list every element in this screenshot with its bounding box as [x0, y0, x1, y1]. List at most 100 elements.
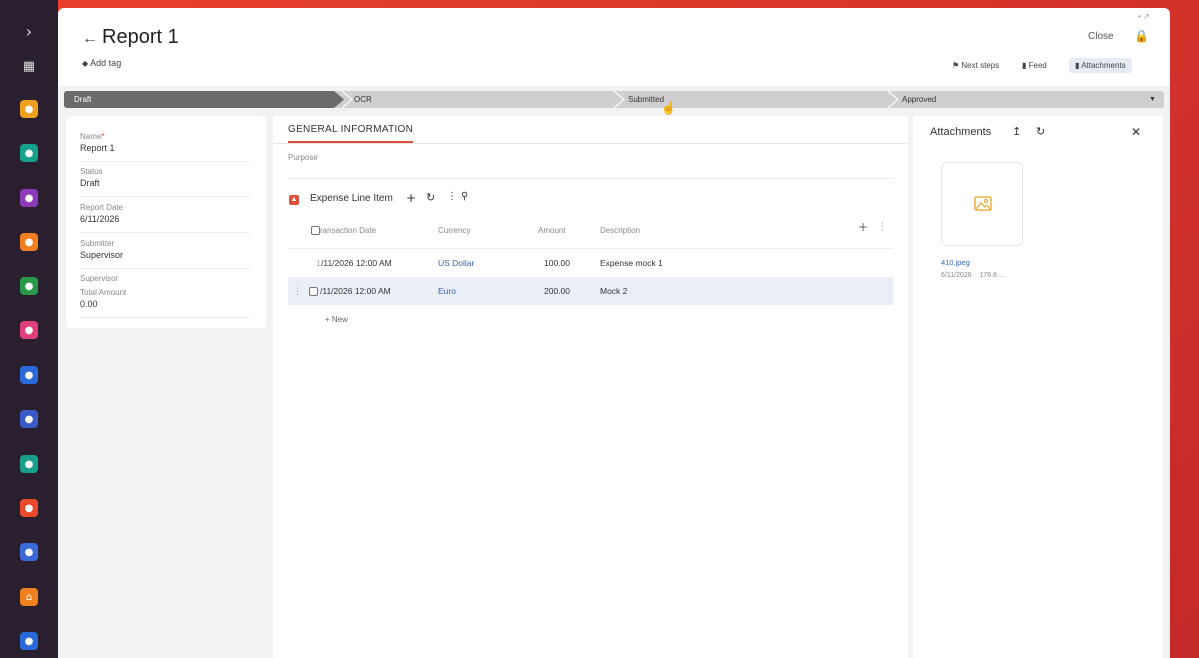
attachments-panel: Attachments ↥ ↻ ✕ 410.jpeg 6/11/2026 176… [913, 116, 1163, 658]
window-options-icon[interactable]: • ↗ [1138, 12, 1150, 21]
tab-feed[interactable]: ▮ Feed [1016, 58, 1053, 73]
tab-next-steps[interactable]: ⚑ Next steps [946, 58, 1005, 73]
app-rail: › ▦ ● ● ● ● ● ● ● ● ● ● ● ⌂ ● [0, 0, 58, 658]
app-icon-finance[interactable]: ● [20, 144, 38, 162]
close-button[interactable]: Close [1088, 31, 1114, 42]
name-label: Name* [80, 132, 250, 141]
paperclip-icon: ▮ [1075, 61, 1080, 70]
tab-feed-label: Feed [1028, 61, 1047, 70]
status-value: Draft [80, 178, 100, 188]
general-panel: GENERAL INFORMATION Purpose ▲ Expense Li… [273, 116, 908, 658]
supervisor-label: Supervisor [80, 274, 119, 283]
add-icon[interactable]: + [406, 191, 416, 205]
expense-line-icon: ▲ [289, 195, 299, 205]
name-field[interactable]: Name* Report 1 [80, 132, 250, 162]
row-1-description[interactable]: Expense mock 1 [600, 258, 663, 268]
expense-line-title: Expense Line Item [310, 193, 393, 204]
drag-handle-icon[interactable]: ⋮ [293, 286, 302, 297]
app-icon-files[interactable]: ● [20, 410, 38, 428]
refresh-icon[interactable]: ↻ [1036, 125, 1045, 138]
total-amount-label: Total Amount [80, 288, 127, 297]
column-options-icon[interactable]: ⋮ [878, 222, 887, 232]
status-label: Status [80, 167, 103, 176]
report-date-label: Report Date [80, 203, 124, 212]
name-label-text: Name [80, 132, 102, 141]
lock-icon[interactable]: 🔒 [1134, 29, 1149, 43]
search-icon[interactable]: ⚲ [461, 191, 468, 202]
apps-grid-icon[interactable]: ▦ [20, 57, 38, 75]
app-icon-contacts[interactable]: ● [20, 100, 38, 118]
stage-dropdown-icon[interactable]: ▼ [1149, 91, 1156, 108]
stage-chevron [342, 91, 353, 108]
total-amount-value: 0.00 [80, 299, 98, 309]
stage-approved[interactable]: Approved [902, 91, 936, 108]
refresh-icon[interactable]: ↻ [426, 191, 435, 204]
row-2-amount[interactable]: 200.00 [544, 286, 570, 296]
attachment-date: 6/11/2026 [941, 272, 972, 279]
chat-icon: ▮ [1022, 61, 1027, 70]
tab-attachments[interactable]: ▮ Attachments [1069, 58, 1132, 73]
app-icon-expenses[interactable]: ● [20, 321, 38, 339]
row-2-currency[interactable]: Euro [438, 286, 456, 296]
row-1-date[interactable]: /11/2026 12:00 AM [321, 258, 392, 268]
stage-bar: Draft OCR Submitted Approved ▼ [64, 91, 1164, 108]
details-card: Name* Report 1 Status Draft Report Date … [66, 116, 266, 328]
upload-icon[interactable]: ↥ [1012, 125, 1021, 138]
col-transaction-date[interactable]: ransaction Date [320, 226, 376, 235]
attachment-meta: 6/11/2026 176.8 ... [941, 272, 1005, 279]
row-2-description[interactable]: Mock 2 [600, 286, 627, 296]
row-1-currency[interactable]: US Dollar [438, 258, 474, 268]
col-currency[interactable]: Currency [438, 226, 470, 235]
add-tag-button[interactable]: ◆ Add tag [82, 58, 121, 68]
required-mark: * [101, 132, 105, 141]
stage-draft[interactable]: Draft [64, 91, 344, 108]
attachment-file-name[interactable]: 410.jpeg [941, 258, 970, 267]
app-icon-store[interactable]: ● [20, 499, 38, 517]
supervisor-field[interactable]: Supervisor [80, 274, 250, 286]
row-1-amount[interactable]: 100.00 [544, 258, 570, 268]
select-all-checkbox[interactable] [311, 226, 320, 235]
attachment-size: 176.8 ... [979, 272, 1005, 279]
back-arrow-icon[interactable]: ← [82, 30, 98, 48]
tab-attachments-label: Attachments [1081, 61, 1126, 70]
app-icon-screen[interactable]: ● [20, 632, 38, 650]
purpose-field[interactable]: Purpose [288, 153, 318, 162]
report-window: ← Report 1 ◆ Add tag • ↗ Close 🔒 ⚑ Next … [58, 8, 1170, 658]
tab-next-steps-label: Next steps [961, 61, 1000, 70]
attachment-thumbnail[interactable] [941, 162, 1023, 246]
col-amount[interactable]: Amount [538, 226, 566, 235]
page-title: Report 1 [102, 26, 179, 48]
stage-chevron [614, 91, 625, 108]
tab-divider [273, 143, 908, 144]
close-icon[interactable]: ✕ [1131, 125, 1141, 139]
tab-general-information[interactable]: GENERAL INFORMATION [288, 124, 413, 135]
app-icon-documents[interactable]: ● [20, 366, 38, 384]
status-field[interactable]: Status Draft [80, 167, 250, 197]
add-tag-label: Add tag [90, 58, 122, 68]
app-icon-chat[interactable]: ● [20, 189, 38, 207]
home-icon[interactable]: ⌂ [20, 588, 38, 606]
col-description[interactable]: Description [600, 226, 640, 235]
header-divider [288, 248, 893, 249]
row-2-checkbox[interactable] [309, 287, 318, 296]
total-amount-field[interactable]: Total Amount 0.00 [80, 288, 250, 318]
expand-icon[interactable]: › [20, 22, 38, 41]
header: ← Report 1 ◆ Add tag • ↗ Close 🔒 ⚑ Next … [58, 8, 1170, 86]
stage-ocr[interactable]: OCR [354, 91, 372, 108]
app-icon-globe[interactable]: ● [20, 455, 38, 473]
row-2-date[interactable]: /11/2026 12:00 AM [320, 286, 391, 296]
purpose-divider [288, 178, 893, 179]
hand-cursor-icon: ☝ [661, 101, 676, 115]
stage-chevron [888, 91, 899, 108]
stage-submitted[interactable]: Submitted [628, 91, 664, 108]
app-icon-people[interactable]: ● [20, 277, 38, 295]
add-column-icon[interactable]: + [858, 220, 868, 234]
new-line-button[interactable]: + New [325, 315, 348, 324]
app-icon-folder[interactable]: ● [20, 543, 38, 561]
report-date-field[interactable]: Report Date 6/11/2026 [80, 203, 250, 233]
image-icon [974, 196, 992, 211]
report-date-value: 6/11/2026 [80, 214, 120, 224]
app-icon-network[interactable]: ● [20, 233, 38, 251]
more-options-icon[interactable]: ⋮ [447, 191, 457, 202]
tag-icon: ◆ [82, 59, 89, 68]
